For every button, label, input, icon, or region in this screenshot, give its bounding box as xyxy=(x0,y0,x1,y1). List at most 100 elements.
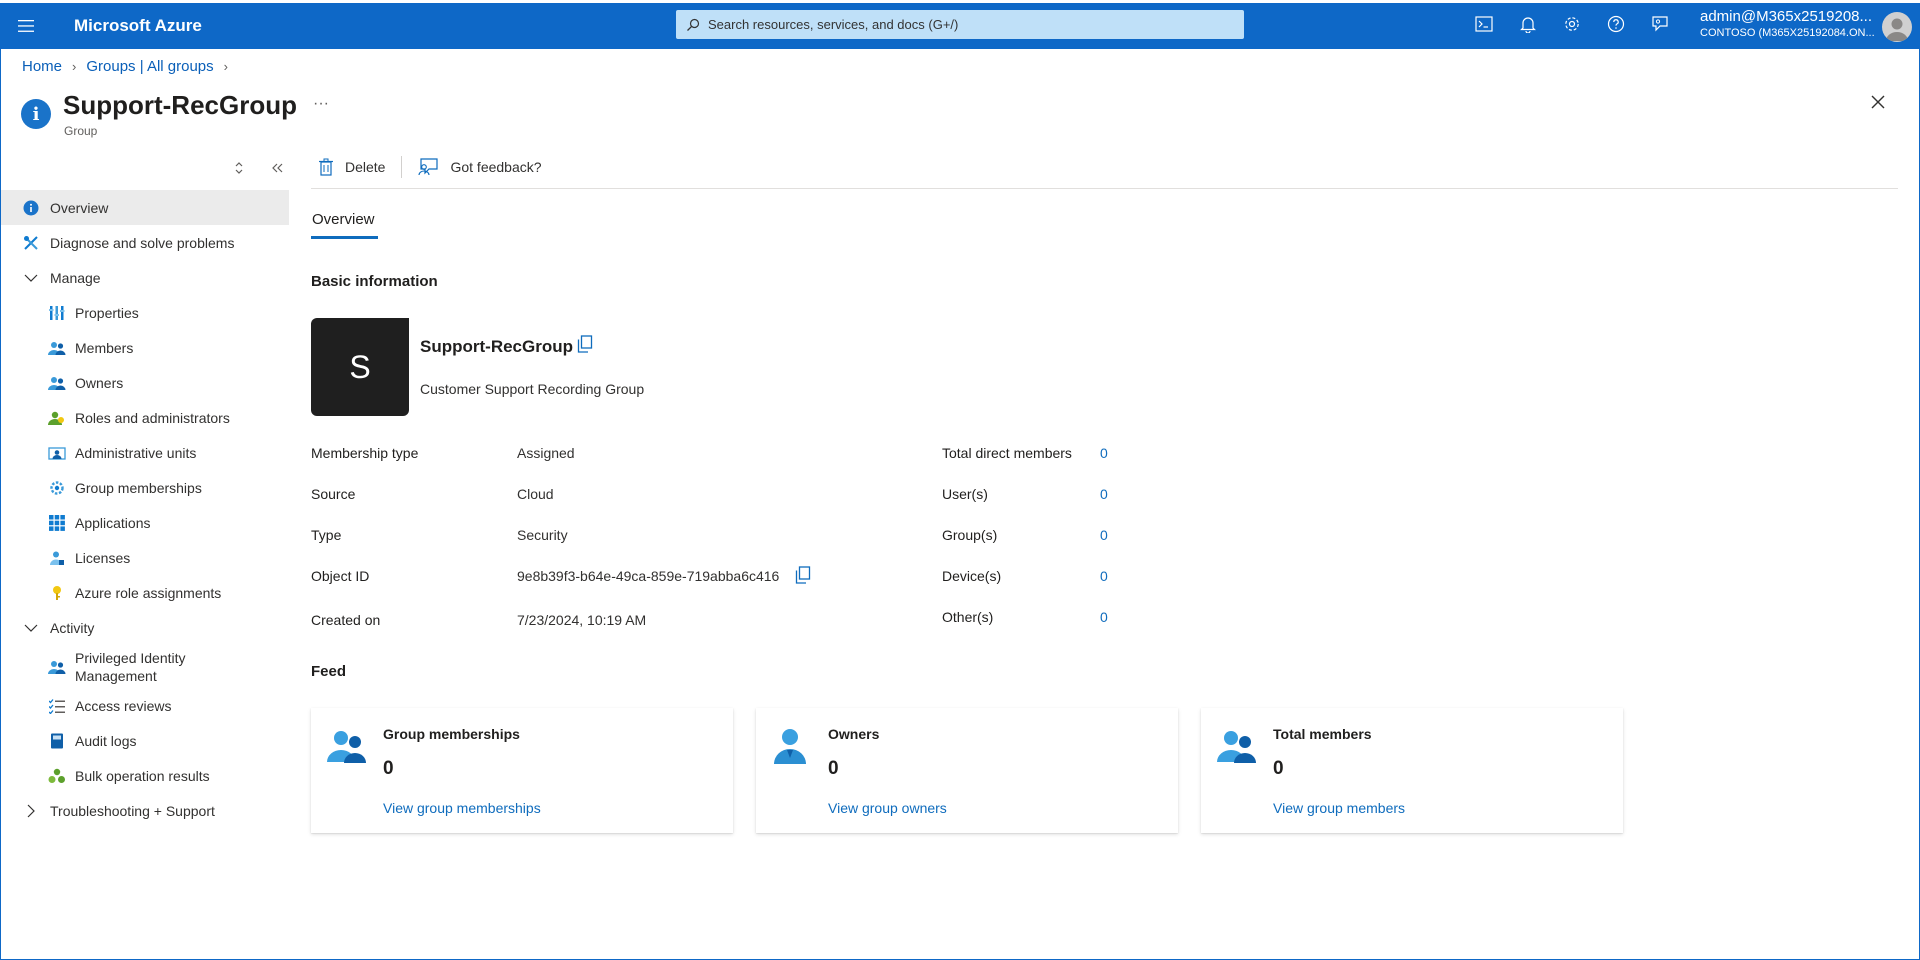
card-title: Group memberships xyxy=(383,726,520,742)
card-value: 0 xyxy=(828,758,839,779)
sidebar-section-activity[interactable]: Activity xyxy=(1,610,289,645)
sidebar-item-label: Members xyxy=(75,339,134,356)
membership-type-value: Assigned xyxy=(517,445,575,461)
search-icon xyxy=(686,18,700,32)
total-direct-members-value[interactable]: 0 xyxy=(1100,445,1108,461)
info-icon xyxy=(22,199,40,217)
copy-icon xyxy=(577,335,593,353)
bell-icon xyxy=(1520,17,1536,33)
card-title: Total members xyxy=(1273,726,1372,742)
type-label: Type xyxy=(311,527,342,543)
sidebar-item-label: Administrative units xyxy=(75,444,197,461)
command-bar: Delete Got feedback? xyxy=(311,152,550,182)
collapse-sidebar-button[interactable] xyxy=(270,160,284,176)
card-title: Owners xyxy=(828,726,880,742)
more-options-button[interactable]: ··· xyxy=(313,95,329,113)
devices-count-value[interactable]: 0 xyxy=(1100,568,1108,584)
people-icon xyxy=(48,339,66,357)
book-icon xyxy=(48,732,66,750)
view-group-owners-link[interactable]: View group owners xyxy=(828,800,947,816)
sidebar-expand-button[interactable] xyxy=(233,160,245,176)
basic-info-title: Basic information xyxy=(311,273,438,290)
breadcrumb-home-link[interactable]: Home xyxy=(22,58,62,75)
sidebar-item-properties[interactable]: Properties xyxy=(1,295,289,330)
portal-brand[interactable]: Microsoft Azure xyxy=(74,16,202,36)
users-count-value[interactable]: 0 xyxy=(1100,486,1108,502)
account-menu[interactable]: admin@M365x2519208... CONTOSO (M365X2519… xyxy=(1700,8,1875,40)
view-group-memberships-link[interactable]: View group memberships xyxy=(383,800,541,816)
sidebar-item-label: Diagnose and solve problems xyxy=(50,234,235,251)
card-value: 0 xyxy=(1273,758,1284,779)
sidebar-item-diagnose[interactable]: Diagnose and solve problems xyxy=(1,225,289,260)
sidebar-section-troubleshooting[interactable]: Troubleshooting + Support xyxy=(1,793,289,828)
expand-collapse-icon xyxy=(235,162,243,174)
copy-name-button[interactable] xyxy=(577,335,593,358)
sidebar-item-licenses[interactable]: Licenses xyxy=(1,540,289,575)
settings-button[interactable] xyxy=(1550,9,1594,39)
sidebar-item-label: Manage xyxy=(50,269,101,286)
account-tenant: CONTOSO (M365X25192084.ON... xyxy=(1700,27,1875,39)
group-avatar: S xyxy=(311,318,409,416)
gear-icon xyxy=(48,479,66,497)
sidebar-item-label: Owners xyxy=(75,374,124,391)
sidebar-item-applications[interactable]: Applications xyxy=(1,505,289,540)
sidebar-item-roles[interactable]: Roles and administrators xyxy=(1,400,289,435)
view-group-members-link[interactable]: View group members xyxy=(1273,800,1405,816)
checklist-icon xyxy=(48,697,66,715)
person-icon xyxy=(774,729,806,764)
sidebar-item-azure-role-assignments[interactable]: Azure role assignments xyxy=(1,575,289,610)
feedback-command-button[interactable]: Got feedback? xyxy=(410,152,549,182)
global-search-input[interactable]: Search resources, services, and docs (G+… xyxy=(676,10,1244,39)
avatar[interactable] xyxy=(1882,12,1912,42)
object-id-label: Object ID xyxy=(311,568,370,584)
sidebar-item-bulk-operations[interactable]: Bulk operation results xyxy=(1,758,289,793)
breadcrumb-groups-link[interactable]: Groups | All groups xyxy=(86,58,213,75)
hamburger-icon xyxy=(18,20,34,32)
delete-button[interactable]: Delete xyxy=(311,152,393,182)
sidebar-item-label: Group memberships xyxy=(75,479,202,496)
account-user: admin@M365x2519208... xyxy=(1700,8,1873,25)
grid-icon xyxy=(48,514,66,532)
close-button[interactable] xyxy=(1870,94,1886,115)
chevron-right-icon: › xyxy=(72,59,77,74)
people-icon xyxy=(48,374,66,392)
cloud-shell-button[interactable] xyxy=(1462,9,1506,39)
hamburger-menu-button[interactable] xyxy=(0,3,52,49)
sidebar-item-label: Audit logs xyxy=(75,732,137,749)
gear-icon xyxy=(1565,17,1579,31)
tab-active-indicator xyxy=(311,236,378,239)
notifications-button[interactable] xyxy=(1506,9,1550,39)
top-icon-bar xyxy=(1462,9,1682,39)
feedback-icon xyxy=(418,158,439,176)
feed-card-total-members: Total members 0 View group members xyxy=(1201,708,1623,833)
sidebar-item-owners[interactable]: Owners xyxy=(1,365,289,400)
help-button[interactable] xyxy=(1594,9,1638,39)
groups-count-value[interactable]: 0 xyxy=(1100,527,1108,543)
search-placeholder: Search resources, services, and docs (G+… xyxy=(708,17,959,32)
divider xyxy=(311,188,1898,189)
sidebar-item-label: Troubleshooting + Support xyxy=(50,802,215,819)
sidebar-item-members[interactable]: Members xyxy=(1,330,289,365)
sidebar-item-access-reviews[interactable]: Access reviews xyxy=(1,688,289,723)
sidebar-item-group-memberships[interactable]: Group memberships xyxy=(1,470,289,505)
membership-type-label: Membership type xyxy=(311,445,419,461)
feed-card-owners: Owners 0 View group owners xyxy=(756,708,1178,833)
sidebar-nav: Overview Diagnose and solve problems Man… xyxy=(1,190,289,828)
sidebar-item-pim[interactable]: Privileged Identity Management xyxy=(1,645,289,688)
sidebar-item-label: Privileged Identity Management xyxy=(75,649,186,684)
sidebar-item-overview[interactable]: Overview xyxy=(1,190,289,225)
sidebar-item-admin-units[interactable]: Administrative units xyxy=(1,435,289,470)
tab-overview[interactable]: Overview xyxy=(312,211,375,228)
sidebar-item-audit-logs[interactable]: Audit logs xyxy=(1,723,289,758)
license-icon xyxy=(48,549,66,567)
key-icon xyxy=(48,584,66,602)
copy-icon xyxy=(795,566,811,584)
feedback-label: Got feedback? xyxy=(450,159,542,175)
sidebar-item-label: Roles and administrators xyxy=(75,409,230,426)
chevron-down-icon xyxy=(22,619,40,637)
sidebar-section-manage[interactable]: Manage xyxy=(1,260,289,295)
others-count-value[interactable]: 0 xyxy=(1100,609,1108,625)
copy-object-id-button[interactable] xyxy=(795,566,811,589)
feedback-button[interactable] xyxy=(1638,9,1682,39)
feed-card-group-memberships: Group memberships 0 View group membershi… xyxy=(311,708,733,833)
